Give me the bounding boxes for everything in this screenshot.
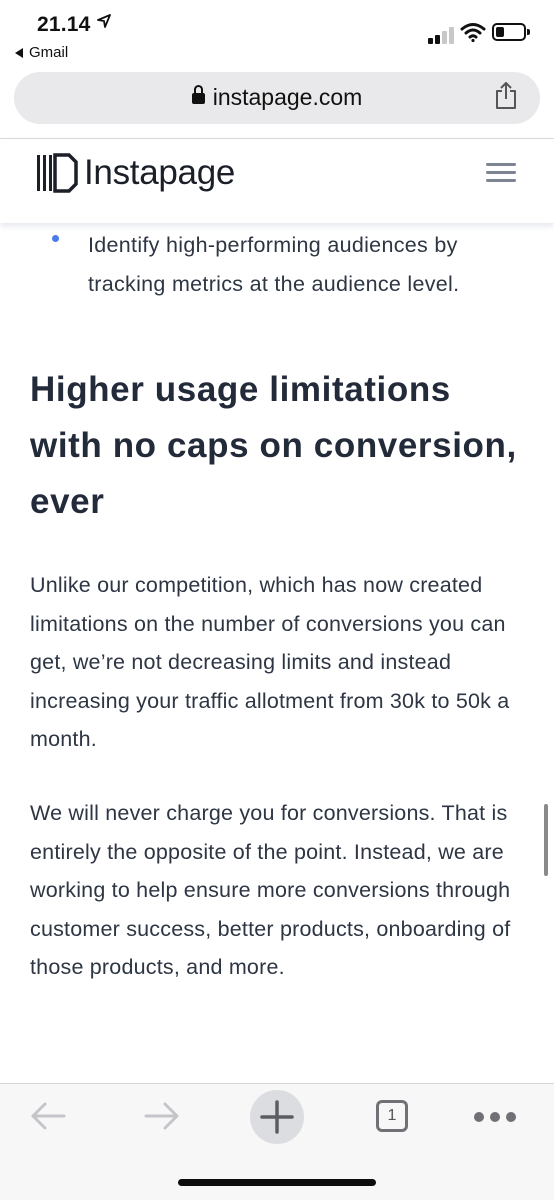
wifi-icon <box>460 23 486 43</box>
new-tab-button[interactable] <box>250 1090 304 1144</box>
plus-icon <box>260 1100 294 1134</box>
instapage-logo-mark <box>37 153 78 193</box>
site-header: Instapage <box>0 139 554 223</box>
section-heading: Higher usage limitations with no caps on… <box>30 370 517 521</box>
home-indicator[interactable] <box>178 1179 376 1186</box>
status-bar: 21.14 Gmail <box>0 0 554 68</box>
back-arrow-icon[interactable] <box>28 1096 68 1136</box>
site-logo[interactable]: Instapage <box>36 153 235 193</box>
lock-icon <box>191 85 205 104</box>
back-to-app-button[interactable]: Gmail <box>15 44 68 61</box>
cellular-signal-icon <box>428 24 456 44</box>
logo-text: Instapage <box>84 153 236 192</box>
tabs-button[interactable]: 1 <box>376 1100 408 1132</box>
scroll-indicator[interactable] <box>544 804 548 876</box>
battery-icon <box>492 23 530 41</box>
address-bar[interactable]: instapage.com <box>14 72 540 124</box>
paragraph-1: Unlike our competition, which has now cr… <box>30 573 510 751</box>
share-icon[interactable] <box>494 82 518 110</box>
back-triangle-icon <box>15 47 23 58</box>
bullet-item: Identify high-performing audiences by tr… <box>88 233 460 296</box>
status-time: 21.14 <box>37 13 91 36</box>
location-arrow-icon <box>97 14 111 28</box>
paragraph-2: We will never charge you for conversions… <box>30 801 511 979</box>
back-app-label: Gmail <box>29 44 69 61</box>
forward-arrow-icon[interactable] <box>142 1096 182 1136</box>
url-text: instapage.com <box>212 84 363 110</box>
more-icon[interactable] <box>474 1112 516 1122</box>
hamburger-menu-icon[interactable] <box>486 161 518 185</box>
bullet-dot <box>52 235 59 242</box>
tab-count: 1 <box>387 1107 397 1124</box>
